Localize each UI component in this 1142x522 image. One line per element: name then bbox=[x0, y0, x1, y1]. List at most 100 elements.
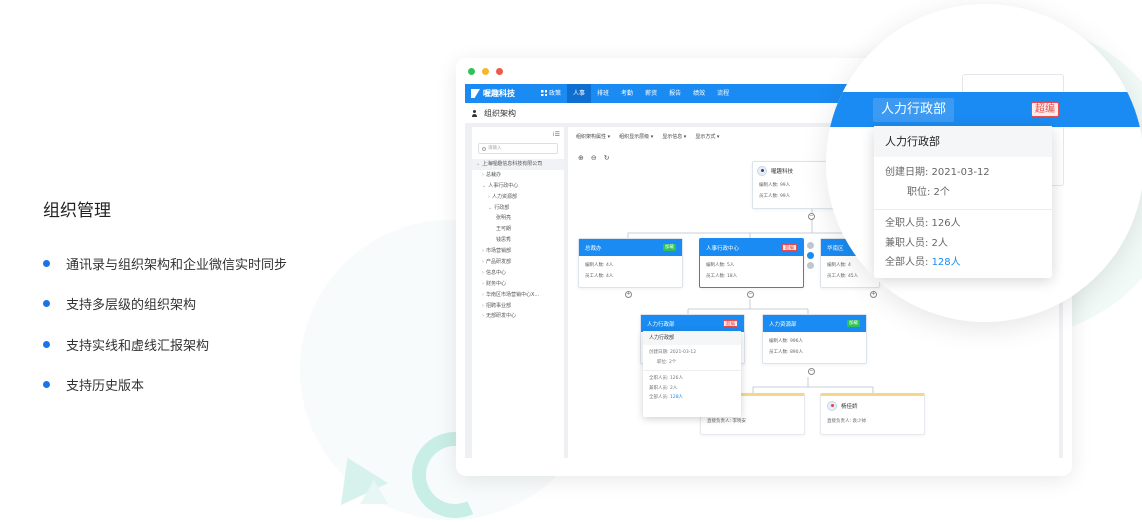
status-badge: 超编 bbox=[723, 320, 738, 327]
search-icon bbox=[482, 146, 486, 151]
tree-node-label: 信息中心 bbox=[486, 269, 507, 276]
tree-node-label: 财务中心 bbox=[486, 280, 507, 287]
nav-item-salary[interactable]: 薪资 bbox=[639, 84, 663, 103]
tree-node-label: 钱思秀 bbox=[496, 237, 512, 244]
feature-bullet: 通讯录与组织架构和企业微信实时同步 bbox=[43, 243, 287, 284]
popup-title: 人力行政部 bbox=[874, 126, 1052, 157]
nav-item-workflow[interactable]: 流程 bbox=[711, 84, 735, 103]
tree-node-label: 无部研发中心 bbox=[486, 313, 517, 320]
tree-caret-icon[interactable]: › bbox=[482, 281, 484, 287]
promo-stage: 组织管理 通讯录与组织架构和企业微信实时同步 支持多层级的组织架构 支持实线和虚… bbox=[0, 0, 1142, 522]
feature-bullet-list: 通讯录与组织架构和企业微信实时同步 支持多层级的组织架构 支持实线和虚线汇报架构… bbox=[43, 243, 287, 405]
tree-node-label: 王可朗 bbox=[496, 226, 512, 233]
tree-caret-icon[interactable]: › bbox=[482, 270, 484, 276]
tree-node-label: 行政部 bbox=[494, 204, 510, 211]
card-title: 喔趣科技 bbox=[771, 169, 794, 175]
org-card-selected[interactable]: 人事行政中心 超编 编制人数: 5人 员工人数: 18人 bbox=[699, 238, 804, 288]
department-name[interactable]: 人力行政部 bbox=[873, 98, 955, 122]
brand-mark-icon bbox=[471, 89, 480, 98]
tree-caret-icon[interactable]: › bbox=[482, 303, 484, 309]
tree-node[interactable]: › 总裁办 bbox=[472, 170, 564, 181]
user-icon bbox=[471, 109, 478, 117]
bullet-dot-icon bbox=[43, 381, 50, 389]
over-quota-badge: 超编 bbox=[1031, 102, 1059, 117]
tree-node-label: 华南区市场营销中心X... bbox=[486, 291, 540, 298]
tree-caret-icon[interactable]: ⌄ bbox=[482, 183, 486, 189]
tree-caret-icon[interactable]: ⌄ bbox=[488, 205, 492, 211]
nav-item-attendance[interactable]: 考勤 bbox=[615, 84, 639, 103]
expand-node-button[interactable]: + bbox=[625, 291, 632, 298]
tree-caret-icon[interactable]: › bbox=[482, 172, 484, 178]
collapse-node-button[interactable]: − bbox=[808, 368, 815, 375]
department-detail-popup: 人力行政部 创建日期: 2021-03-12 职位: 2个 全职人员: 126人… bbox=[874, 126, 1052, 278]
tree-node[interactable]: › 招聘事业部 bbox=[472, 301, 564, 312]
org-card[interactable]: 人力资源部 加载 编制人数: 996人 员工人数: 890人 bbox=[762, 314, 867, 364]
window-close-button[interactable] bbox=[496, 68, 503, 75]
tree-caret-icon[interactable]: › bbox=[482, 292, 484, 298]
org-card[interactable]: 总裁办 加载 编制人数: 4人 员工人数: 4人 bbox=[578, 238, 683, 288]
tree-node[interactable]: 王可朗 bbox=[472, 224, 564, 235]
total-count: 128人 bbox=[931, 257, 961, 268]
tree-node[interactable]: 张明亮 bbox=[472, 213, 564, 224]
status-badge: 超编 bbox=[782, 244, 797, 251]
tree-node-label: 总裁办 bbox=[486, 171, 502, 178]
department-info-popup: 人力行政部 创建日期: 2021-03-12 职位: 2个 全职人员: 126人… bbox=[643, 331, 741, 417]
decorative-triangle bbox=[360, 480, 388, 504]
node-action-dot[interactable] bbox=[807, 252, 814, 259]
feature-bullet: 支持历史版本 bbox=[43, 365, 287, 406]
tree-node[interactable]: 钱思秀 bbox=[472, 235, 564, 246]
tree-node-label: 产品研发部 bbox=[486, 259, 512, 266]
status-badge: 加载 bbox=[847, 320, 860, 327]
tree-node-label: 上海喔趣信息科技有限公司 bbox=[482, 161, 543, 167]
bullet-dot-icon bbox=[43, 259, 50, 267]
tree-node-label: 人事行政中心 bbox=[488, 182, 519, 189]
tree-search-input[interactable]: 请输入 bbox=[478, 143, 558, 154]
bullet-dot-icon bbox=[43, 300, 50, 308]
tree-node[interactable]: › 产品研发部 bbox=[472, 257, 564, 268]
magnifier-zoom-view: 人力行政部 超编 人力行政部 创建日期: 2021-03-12 职位: 2个 全… bbox=[826, 4, 1142, 322]
tree-caret-icon[interactable]: › bbox=[488, 194, 490, 200]
nav-item-report[interactable]: 报告 bbox=[663, 84, 687, 103]
employee-avatar bbox=[827, 400, 837, 411]
tree-node[interactable]: ⌄ 行政部 bbox=[472, 203, 564, 214]
nav-item-hr[interactable]: 人事 bbox=[567, 84, 592, 103]
tree-node[interactable]: › 信息中心 bbox=[472, 268, 564, 279]
company-avatar bbox=[757, 166, 767, 176]
nav-item-schedule[interactable]: 排班 bbox=[591, 84, 615, 103]
tree-caret-icon[interactable]: › bbox=[482, 248, 484, 254]
tree-node[interactable]: › 财务中心 bbox=[472, 279, 564, 290]
tree-caret-icon[interactable]: ⌄ bbox=[476, 161, 480, 167]
window-maximize-button[interactable] bbox=[468, 68, 475, 75]
tree-node-label: 市场营销部 bbox=[486, 248, 512, 255]
feature-title: 组织管理 bbox=[43, 201, 111, 221]
feature-bullet: 支持实线和虚线汇报架构 bbox=[43, 324, 287, 365]
page-title: 组织架构 bbox=[484, 108, 516, 118]
feature-description: 组织管理 通讯录与组织架构和企业微信实时同步 支持多层级的组织架构 支持实线和虚… bbox=[43, 196, 287, 405]
nav-item-performance[interactable]: 绩效 bbox=[687, 84, 711, 103]
tree-node[interactable]: ⌄ 上海喔趣信息科技有限公司 bbox=[472, 159, 564, 170]
tree-node[interactable]: › 市场营销部 bbox=[472, 246, 564, 257]
tree-node[interactable]: ⌄ 人事行政中心 bbox=[472, 181, 564, 192]
node-action-dot[interactable] bbox=[807, 262, 814, 269]
tree-node[interactable]: › 华南区市场营销中心X... bbox=[472, 290, 564, 301]
nav-item-policy[interactable]: 政策 bbox=[535, 84, 567, 103]
feature-bullet: 支持多层级的组织架构 bbox=[43, 284, 287, 325]
tree-node[interactable]: › 无部研发中心 bbox=[472, 311, 564, 322]
tree-node-label: 人力资源部 bbox=[492, 193, 518, 200]
node-action-dot[interactable] bbox=[807, 242, 814, 249]
tree-caret-icon[interactable]: › bbox=[482, 259, 484, 265]
expand-node-button[interactable]: + bbox=[870, 291, 877, 298]
brand-logo[interactable]: 喔趣科技 bbox=[465, 88, 535, 99]
tree-caret-icon[interactable]: › bbox=[482, 313, 484, 319]
tree-node[interactable]: › 人力资源部 bbox=[472, 192, 564, 203]
collapse-node-button[interactable]: − bbox=[747, 291, 754, 298]
tree-node-label: 张明亮 bbox=[496, 215, 512, 222]
org-tree-sidebar: ⁞☰ 请输入 ⌄ 上海喔趣信息科技有限公司 › 总裁办 ⌄ 人事行政中心 › 人力资源部 ⌄ 行政… bbox=[472, 127, 564, 458]
bullet-dot-icon bbox=[43, 340, 50, 348]
tree-node-label: 招聘事业部 bbox=[486, 302, 512, 309]
status-badge: 加载 bbox=[663, 244, 676, 251]
collapse-node-button[interactable]: − bbox=[808, 213, 815, 220]
employee-card[interactable]: 杨佳娇 直接负责人: 袁少帅 bbox=[820, 393, 925, 435]
sidebar-collapse-icon[interactable]: ⁞☰ bbox=[553, 131, 560, 138]
window-minimize-button[interactable] bbox=[482, 68, 489, 75]
